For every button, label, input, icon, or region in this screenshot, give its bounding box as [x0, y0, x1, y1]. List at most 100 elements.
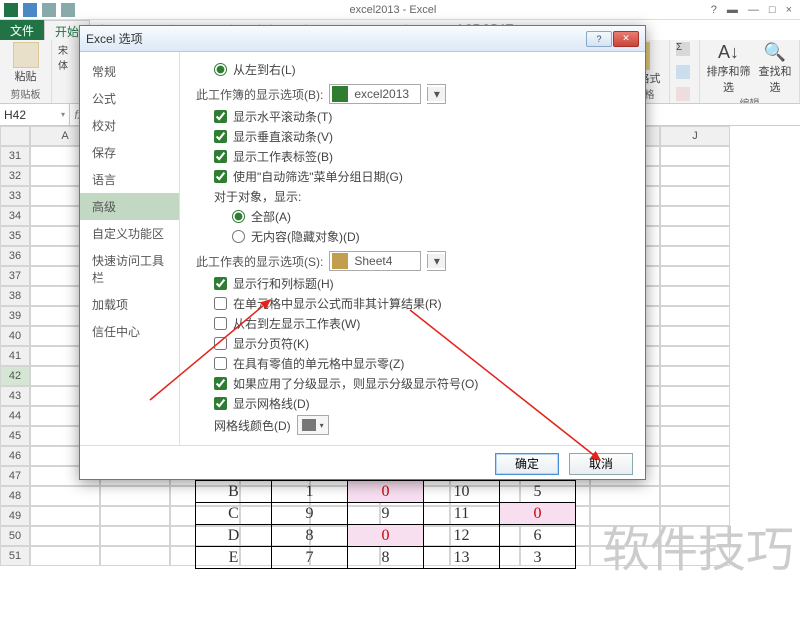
- chk-rtl[interactable]: [214, 317, 227, 330]
- table-cell[interactable]: 13: [424, 547, 500, 569]
- ok-button[interactable]: 确定: [495, 453, 559, 475]
- cell[interactable]: [660, 166, 730, 186]
- table-cell[interactable]: 0: [348, 525, 424, 547]
- radio-obj-none[interactable]: [232, 230, 245, 243]
- chk-pagebreaks[interactable]: [214, 337, 227, 350]
- name-box-dropdown-icon[interactable]: ▾: [61, 110, 65, 119]
- row-header-50[interactable]: 50: [0, 526, 30, 546]
- row-header-48[interactable]: 48: [0, 486, 30, 506]
- qat-redo-icon[interactable]: [61, 3, 75, 17]
- sheet-select[interactable]: Sheet4: [329, 251, 421, 271]
- sidebar-item-8[interactable]: 加载项: [80, 291, 179, 318]
- table-cell[interactable]: 0: [500, 503, 576, 525]
- ribbon-help-icon[interactable]: ?: [711, 4, 717, 16]
- cell[interactable]: [30, 526, 100, 546]
- tab-file[interactable]: 文件: [0, 20, 44, 40]
- cell[interactable]: [30, 486, 100, 506]
- row-header-51[interactable]: 51: [0, 546, 30, 566]
- table-cell[interactable]: C: [196, 503, 272, 525]
- cell[interactable]: [660, 366, 730, 386]
- cell[interactable]: [30, 506, 100, 526]
- sidebar-item-0[interactable]: 常规: [80, 58, 179, 85]
- cell[interactable]: [590, 506, 660, 526]
- cell[interactable]: [660, 226, 730, 246]
- cell[interactable]: [660, 406, 730, 426]
- row-header-44[interactable]: 44: [0, 406, 30, 426]
- table-cell[interactable]: 11: [424, 503, 500, 525]
- sidebar-item-7[interactable]: 快速访问工具栏: [80, 247, 179, 291]
- dialog-close-button[interactable]: ✕: [613, 31, 639, 47]
- table-cell[interactable]: 8: [272, 525, 348, 547]
- ribbon-collapse-icon[interactable]: ▬: [727, 4, 738, 16]
- cell[interactable]: [660, 426, 730, 446]
- table-cell[interactable]: 9: [272, 503, 348, 525]
- cell[interactable]: [660, 186, 730, 206]
- chk-tabs[interactable]: [214, 150, 227, 163]
- cell[interactable]: [100, 506, 170, 526]
- paste-button[interactable]: 粘贴: [6, 42, 45, 84]
- cell[interactable]: [660, 466, 730, 486]
- cell[interactable]: [590, 526, 660, 546]
- cell[interactable]: [660, 526, 730, 546]
- chk-headers[interactable]: [214, 277, 227, 290]
- row-header-35[interactable]: 35: [0, 226, 30, 246]
- cell[interactable]: [30, 546, 100, 566]
- chk-gridlines[interactable]: [214, 397, 227, 410]
- chk-autofilter[interactable]: [214, 170, 227, 183]
- row-header-42[interactable]: 42: [0, 366, 30, 386]
- font-family-partial[interactable]: 宋体: [58, 42, 75, 72]
- row-header-45[interactable]: 45: [0, 426, 30, 446]
- row-header-33[interactable]: 33: [0, 186, 30, 206]
- table-cell[interactable]: B: [196, 481, 272, 503]
- row-header-41[interactable]: 41: [0, 346, 30, 366]
- col-header-J[interactable]: J: [660, 126, 730, 146]
- cell[interactable]: [660, 506, 730, 526]
- sidebar-item-6[interactable]: 自定义功能区: [80, 220, 179, 247]
- table-cell[interactable]: 7: [272, 547, 348, 569]
- cell[interactable]: [660, 306, 730, 326]
- chk-zeros[interactable]: [214, 357, 227, 370]
- clear-icon[interactable]: [676, 87, 690, 101]
- row-header-38[interactable]: 38: [0, 286, 30, 306]
- cell[interactable]: [590, 546, 660, 566]
- table-cell[interactable]: D: [196, 525, 272, 547]
- table-cell[interactable]: E: [196, 547, 272, 569]
- qat-undo-icon[interactable]: [42, 3, 56, 17]
- cell[interactable]: [660, 286, 730, 306]
- sidebar-item-3[interactable]: 保存: [80, 139, 179, 166]
- row-header-31[interactable]: 31: [0, 146, 30, 166]
- chk-formulas[interactable]: [214, 297, 227, 310]
- cell[interactable]: [100, 486, 170, 506]
- close-icon[interactable]: ×: [786, 4, 792, 16]
- row-header-43[interactable]: 43: [0, 386, 30, 406]
- sidebar-item-1[interactable]: 公式: [80, 85, 179, 112]
- min-icon[interactable]: —: [748, 4, 759, 16]
- qat-save-icon[interactable]: [23, 3, 37, 17]
- row-header-46[interactable]: 46: [0, 446, 30, 466]
- cancel-button[interactable]: 取消: [569, 453, 633, 475]
- table-cell[interactable]: 12: [424, 525, 500, 547]
- fill-icon[interactable]: [676, 65, 690, 79]
- cell[interactable]: [660, 346, 730, 366]
- table-cell[interactable]: 1: [272, 481, 348, 503]
- row-header-39[interactable]: 39: [0, 306, 30, 326]
- max-icon[interactable]: □: [769, 4, 776, 16]
- table-cell[interactable]: 3: [500, 547, 576, 569]
- row-header-36[interactable]: 36: [0, 246, 30, 266]
- row-header-40[interactable]: 40: [0, 326, 30, 346]
- table-cell[interactable]: 10: [424, 481, 500, 503]
- cell[interactable]: [660, 326, 730, 346]
- cell[interactable]: [660, 386, 730, 406]
- row-header-34[interactable]: 34: [0, 206, 30, 226]
- cell[interactable]: [660, 266, 730, 286]
- chk-vscroll[interactable]: [214, 130, 227, 143]
- cell[interactable]: [660, 446, 730, 466]
- sort-filter-icon[interactable]: A↓: [706, 42, 751, 63]
- chk-hscroll[interactable]: [214, 110, 227, 123]
- table-cell[interactable]: 9: [348, 503, 424, 525]
- workbook-select-dd[interactable]: ▾: [427, 84, 446, 104]
- table-cell[interactable]: 0: [348, 481, 424, 503]
- radio-obj-all[interactable]: [232, 210, 245, 223]
- chk-outline[interactable]: [214, 377, 227, 390]
- select-all-corner[interactable]: [0, 126, 30, 146]
